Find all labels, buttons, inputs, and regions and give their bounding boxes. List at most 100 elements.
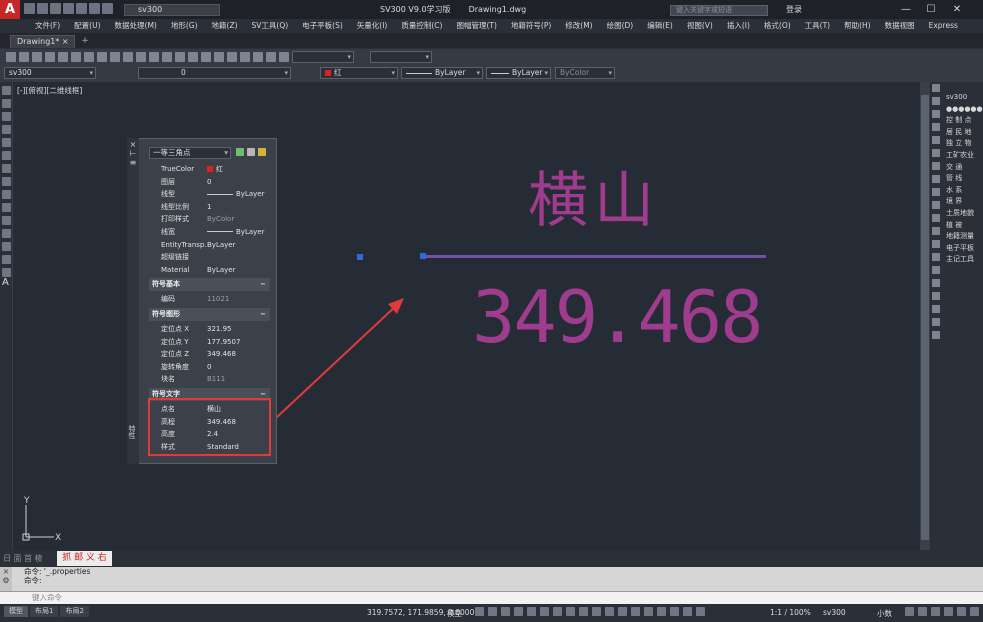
model-space-button[interactable]: 模型 bbox=[447, 608, 462, 619]
property-row[interactable]: 打印样式 ByColor bbox=[149, 213, 270, 226]
menu-item[interactable]: 地形(G) bbox=[164, 19, 205, 33]
redo-icon[interactable] bbox=[102, 3, 113, 14]
polyline-icon[interactable] bbox=[2, 99, 11, 108]
spline-icon[interactable] bbox=[2, 177, 11, 186]
property-row[interactable]: Material ByLayer bbox=[149, 264, 270, 277]
layout-tab[interactable]: 布局1 bbox=[30, 606, 59, 617]
elevation-text[interactable]: 349.468 bbox=[472, 275, 763, 359]
property-row[interactable]: EntityTransp... ByLayer bbox=[149, 239, 270, 252]
tool-icon[interactable] bbox=[932, 97, 940, 105]
plotstyle-combo[interactable]: ByColor ▾ bbox=[555, 67, 615, 79]
tool-icon[interactable] bbox=[6, 52, 16, 62]
tool-icon[interactable] bbox=[932, 331, 940, 339]
command-close-icon[interactable]: × bbox=[0, 567, 12, 576]
units-combo[interactable]: 小数 bbox=[877, 608, 892, 619]
tool-icon[interactable] bbox=[84, 52, 94, 62]
right-palette-item[interactable]: 主记工具 bbox=[946, 254, 983, 266]
gizmo-icon[interactable] bbox=[657, 607, 666, 616]
osnap-icon[interactable] bbox=[553, 607, 562, 616]
rectangle-icon[interactable] bbox=[2, 125, 11, 134]
close-icon[interactable]: ✕ bbox=[946, 3, 968, 17]
workspace-combo[interactable]: sv300 bbox=[124, 4, 220, 16]
layout-tab[interactable]: 布局2 bbox=[60, 606, 89, 617]
property-value[interactable]: 0 bbox=[207, 176, 270, 189]
tool-icon[interactable] bbox=[932, 279, 940, 287]
property-row[interactable]: 线宽 ByLayer bbox=[149, 226, 270, 239]
right-palette-item[interactable]: 居 民 地 bbox=[946, 127, 983, 139]
right-palette-item[interactable]: 独 立 物 bbox=[946, 138, 983, 150]
transparency-icon[interactable] bbox=[592, 607, 601, 616]
toggle-pickadd-icon[interactable] bbox=[236, 148, 244, 156]
property-value[interactable]: ByLayer bbox=[207, 188, 270, 201]
auto-scale-icon[interactable] bbox=[683, 607, 692, 616]
tool-icon[interactable] bbox=[32, 52, 42, 62]
tool-icon[interactable] bbox=[136, 52, 146, 62]
tool-icon[interactable] bbox=[175, 52, 185, 62]
tool-icon[interactable] bbox=[253, 52, 263, 62]
annotation-scale[interactable]: 1:1 / 100% bbox=[770, 608, 811, 617]
point-icon[interactable] bbox=[2, 216, 11, 225]
property-row[interactable]: 线型比例 1 bbox=[149, 201, 270, 214]
tool-icon[interactable] bbox=[932, 162, 940, 170]
menu-item[interactable]: Express bbox=[922, 19, 965, 33]
right-palette-item[interactable]: 工矿农业 bbox=[946, 150, 983, 162]
layer-state-combo[interactable]: 0 ▾ bbox=[138, 67, 291, 79]
menu-item[interactable]: 地籍符号(P) bbox=[504, 19, 558, 33]
property-row[interactable]: 旋转角度 0 bbox=[149, 361, 270, 374]
block-icon[interactable] bbox=[2, 203, 11, 212]
menu-item[interactable]: 配置(U) bbox=[67, 19, 107, 33]
right-palette-item[interactable]: 土质地貌 bbox=[946, 208, 983, 220]
menu-item[interactable]: 文件(F) bbox=[28, 19, 67, 33]
viewport-label[interactable]: [-][俯视][二维线框] bbox=[17, 85, 82, 96]
menu-item[interactable]: 电子平板(S) bbox=[295, 19, 350, 33]
palette-close-icon[interactable]: × bbox=[127, 140, 139, 149]
isodraft-icon[interactable] bbox=[540, 607, 549, 616]
property-section-header[interactable]: 符号基本 − bbox=[149, 278, 270, 292]
property-row[interactable]: 定位点 Z 349.468 bbox=[149, 348, 270, 361]
quick-select-icon[interactable] bbox=[258, 148, 266, 156]
property-value[interactable]: ByColor bbox=[207, 213, 270, 226]
menu-item[interactable]: 质量控制(C) bbox=[394, 19, 449, 33]
selection-cycle-icon[interactable] bbox=[605, 607, 614, 616]
tool-icon[interactable] bbox=[58, 52, 68, 62]
table-icon[interactable] bbox=[2, 268, 11, 277]
isolate-icon[interactable] bbox=[931, 607, 940, 616]
right-palette-item[interactable]: 电子平板 bbox=[946, 243, 983, 255]
tool-icon[interactable] bbox=[240, 52, 250, 62]
right-palette-item[interactable]: 水 系 bbox=[946, 185, 983, 197]
property-row[interactable]: 编码 11021 bbox=[149, 293, 270, 306]
saveas-icon[interactable] bbox=[63, 3, 74, 14]
tool-icon[interactable] bbox=[932, 292, 940, 300]
undo-icon[interactable] bbox=[89, 3, 100, 14]
login-button[interactable]: 登录 bbox=[786, 4, 802, 15]
property-row[interactable]: 块名 B111 bbox=[149, 373, 270, 386]
snap-icon[interactable] bbox=[488, 607, 497, 616]
tool-icon[interactable] bbox=[201, 52, 211, 62]
app-logo[interactable]: A bbox=[0, 0, 20, 19]
property-value[interactable]: 11021 bbox=[207, 293, 270, 306]
tool-icon[interactable] bbox=[932, 188, 940, 196]
menu-item[interactable]: 修改(M) bbox=[558, 19, 599, 33]
property-row[interactable]: TrueColor 红 bbox=[149, 163, 270, 176]
customize-icon[interactable] bbox=[957, 607, 966, 616]
property-value[interactable]: ByLayer bbox=[207, 239, 270, 252]
property-value[interactable]: 红 bbox=[207, 163, 270, 176]
dim-style-combo[interactable]: ▾ bbox=[370, 51, 432, 63]
annotation-scale-icon[interactable] bbox=[696, 607, 705, 616]
scrollbar-thumb[interactable] bbox=[921, 95, 929, 540]
property-row[interactable]: 线型 ByLayer bbox=[149, 188, 270, 201]
property-value[interactable]: ByLayer bbox=[207, 264, 270, 277]
tab-drawing1[interactable]: Drawing1* × bbox=[10, 35, 75, 48]
arc-icon[interactable] bbox=[2, 138, 11, 147]
mtext-icon[interactable]: A bbox=[0, 277, 12, 288]
cloud-icon[interactable] bbox=[2, 164, 11, 173]
open-icon[interactable] bbox=[37, 3, 48, 14]
workspace-switch[interactable]: sv300 bbox=[823, 608, 846, 617]
polygon-icon[interactable] bbox=[2, 112, 11, 121]
symbol-line[interactable] bbox=[423, 255, 766, 258]
menu-item[interactable]: 编辑(E) bbox=[640, 19, 680, 33]
menu-item[interactable]: 绘图(D) bbox=[600, 19, 641, 33]
line-icon[interactable] bbox=[2, 86, 11, 95]
palette-menu-icon[interactable]: ≡ bbox=[127, 158, 139, 167]
tool-icon[interactable] bbox=[97, 52, 107, 62]
